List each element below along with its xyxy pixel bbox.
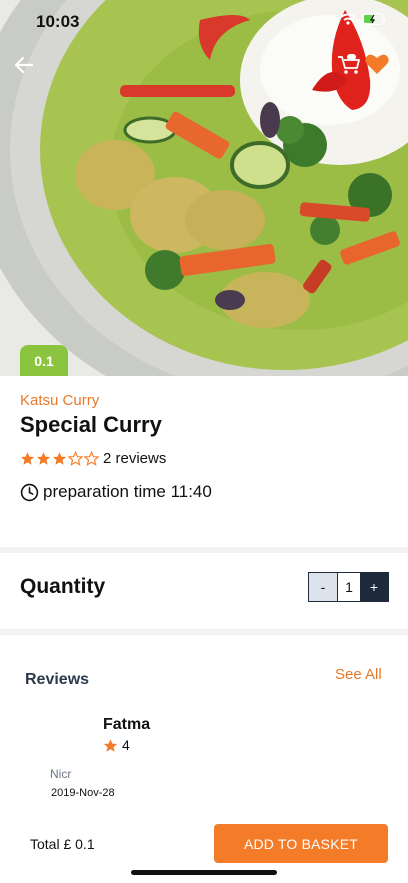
star-filled-icon (36, 452, 51, 465)
cart-icon (338, 54, 360, 74)
status-icons (340, 13, 386, 25)
section-divider (0, 629, 408, 635)
review-date: 2019-Nov-28 (51, 787, 115, 799)
product-title: Special Curry (20, 412, 162, 437)
see-all-link[interactable]: See All (335, 666, 382, 683)
footer-bar: Total £ 0.1 ADD TO BASKET (0, 818, 408, 883)
review-rating: 4 (103, 737, 130, 753)
product-info: Katsu Curry Special Curry 2 reviews prep… (0, 376, 408, 546)
quantity-label: Quantity (20, 575, 106, 598)
star-rating (20, 451, 99, 466)
status-time: 10:03 (36, 12, 80, 31)
star-filled-icon (103, 738, 118, 752)
star-empty-icon (68, 451, 83, 466)
clock-icon (20, 483, 39, 501)
reviews-title: Reviews (25, 671, 90, 688)
favorite-button[interactable] (364, 52, 390, 76)
reviewer-name: Fatma (103, 716, 151, 733)
star-filled-icon (52, 452, 67, 465)
product-rating: 2 reviews (20, 450, 166, 467)
quantity-stepper: - 1 + (308, 572, 389, 602)
quantity-value: 1 (338, 573, 360, 601)
star-filled-icon (20, 452, 35, 465)
battery-icon (362, 13, 386, 25)
preparation-time-label: preparation time 11:40 (43, 482, 212, 501)
increase-quantity-button[interactable]: + (360, 573, 388, 601)
review-text: Nicr (50, 767, 72, 781)
reviews-count[interactable]: 2 reviews (103, 450, 166, 467)
reviews-section: Reviews See All Fatma 4 Nicr 2019-Nov-28 (0, 636, 408, 816)
back-button[interactable] (12, 53, 36, 77)
quantity-section: Quantity - 1 + (0, 553, 408, 629)
product-category: Katsu Curry (20, 392, 100, 409)
total-price: Total £ 0.1 (30, 836, 95, 852)
decrease-quantity-button[interactable]: - (309, 573, 338, 601)
arrow-left-icon (14, 56, 34, 74)
status-bar: 10:03 (0, 0, 408, 44)
wifi-icon (340, 13, 356, 25)
home-indicator (131, 870, 277, 875)
heart-icon (365, 54, 389, 74)
review-score: 4 (122, 737, 130, 753)
price-badge: 0.1 (20, 345, 68, 376)
add-to-basket-button[interactable]: ADD TO BASKET (214, 824, 388, 863)
basket-button[interactable] (336, 53, 362, 77)
star-empty-icon (84, 451, 99, 466)
preparation-time: preparation time 11:40 (20, 482, 212, 502)
